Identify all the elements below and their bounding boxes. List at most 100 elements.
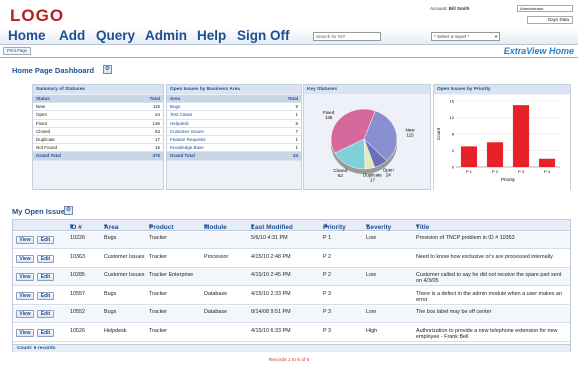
cell-last-modified: 5/6/10 4:31 PM bbox=[251, 235, 288, 241]
cell-title: The box label may be off center bbox=[416, 309, 492, 316]
priority-bar-chart: 0 4 8 12 16 P 1 P 2 P 3 P 4 Priority Count bbox=[434, 95, 570, 190]
table-row[interactable]: Feature Requests 1 bbox=[167, 135, 301, 145]
dashboard-settings-icon[interactable]: ⚙ bbox=[103, 65, 112, 74]
x-axis-label: Priority bbox=[501, 177, 516, 182]
panel-title: Open Issues by Business Area bbox=[167, 85, 301, 94]
view-button[interactable]: View bbox=[16, 310, 34, 319]
cell-id: 10226 bbox=[70, 235, 85, 241]
view-button[interactable]: View bbox=[16, 329, 34, 337]
bar-p2[interactable] bbox=[486, 142, 504, 167]
table-row[interactable]: View Edit 10557 Bugs Tracker Database 4/15/10 … bbox=[13, 287, 570, 305]
view-button[interactable]: View bbox=[16, 236, 34, 244]
panel-title: Key Statuses bbox=[304, 85, 430, 94]
x-tick-label: P 1 bbox=[466, 169, 473, 174]
table-row[interactable]: Open 24 bbox=[33, 111, 163, 120]
table-row[interactable]: Fixed 136 bbox=[33, 119, 163, 128]
cell-severity: Low bbox=[366, 235, 376, 241]
grand-total-row: Grand Total 375 bbox=[33, 152, 163, 161]
pie-label: New 115 bbox=[406, 127, 416, 137]
nav-help[interactable]: Help bbox=[197, 28, 226, 44]
table-row[interactable]: View Edit 10226 Bugs Tracker 5/6/10 4:31 PM P … bbox=[13, 232, 570, 249]
grid-header: ID # ▾ Area ▾ Product ▾ Module ▾ Last Mo… bbox=[13, 220, 570, 231]
table-row[interactable]: Bugs 9 bbox=[167, 103, 301, 112]
table-row[interactable]: View Edit 10285 Customer Issues Tracker Ente… bbox=[13, 269, 570, 287]
page: LOGO Account: Bill Smith Administrator D… bbox=[0, 0, 578, 374]
bar-p3[interactable] bbox=[512, 105, 530, 167]
table-row[interactable]: Helpdesk 5 bbox=[167, 119, 301, 128]
cell-priority: P 2 bbox=[323, 272, 331, 279]
table-row[interactable]: Knowledge Base 1 bbox=[167, 144, 301, 153]
cell-last-modified: 4/15/10 2:48 PM bbox=[251, 253, 291, 260]
col-id[interactable]: ID # ▾ bbox=[70, 222, 82, 231]
search-id-input[interactable]: Search for ID# bbox=[313, 32, 381, 41]
table-row[interactable]: Not Found 15 bbox=[33, 144, 163, 153]
cell-module: Database bbox=[204, 309, 228, 316]
cell-title: Provision of TNCP problem in ID # 10353 bbox=[416, 235, 515, 241]
col-title[interactable]: Title ▾ bbox=[416, 222, 429, 231]
edit-button[interactable]: Edit bbox=[37, 236, 54, 244]
cell-title: Authorization to provide a new telephone… bbox=[416, 328, 558, 340]
role-select[interactable]: Administrator bbox=[517, 5, 573, 12]
nav-admin[interactable]: Admin bbox=[145, 28, 187, 44]
report-select[interactable]: * Select a report * ▼ bbox=[431, 32, 500, 41]
edit-button[interactable]: Edit bbox=[37, 273, 54, 282]
cell-area: Bugs bbox=[104, 290, 117, 297]
summary-statuses-panel: Summary of Statuses Status Total New 115 O… bbox=[32, 84, 164, 190]
cell-severity: Low bbox=[366, 272, 376, 279]
cell-severity: Low bbox=[366, 309, 376, 316]
table-row[interactable]: Customer Issues 7 bbox=[167, 127, 301, 136]
open-by-area-panel: Open Issues by Business Area Area Total B… bbox=[166, 84, 302, 190]
cell-area: Helpdesk bbox=[104, 328, 127, 334]
edit-button[interactable]: Edit bbox=[37, 310, 54, 319]
y-tick-label: 12 bbox=[450, 115, 455, 120]
mode-select[interactable]: Days Data bbox=[527, 16, 573, 24]
cell-product: Tracker bbox=[149, 328, 168, 334]
table-row[interactable]: Duplicate 17 bbox=[33, 135, 163, 145]
col-module[interactable]: Module ▾ bbox=[204, 222, 227, 231]
table-row[interactable]: Test Cases 1 bbox=[167, 111, 301, 120]
view-button[interactable]: View bbox=[16, 254, 34, 263]
cell-module: Database bbox=[204, 290, 228, 297]
edit-button[interactable]: Edit bbox=[37, 291, 54, 300]
nav-add[interactable]: Add bbox=[59, 28, 85, 44]
cell-product: Tracker bbox=[149, 290, 168, 297]
y-tick-label: 4 bbox=[452, 148, 455, 153]
cell-title: There is a defect in the admin module wh… bbox=[416, 290, 562, 303]
pie-label: Open 24 bbox=[383, 168, 395, 178]
cell-priority: P 1 bbox=[323, 235, 331, 241]
cell-id: 10285 bbox=[70, 272, 85, 279]
table-row[interactable]: View Edit 10363 Customer Issues Tracker Proce… bbox=[13, 250, 570, 268]
col-last-modified[interactable]: Last Modified ▾ bbox=[251, 222, 293, 231]
cell-module: Processor bbox=[204, 253, 229, 260]
table-row[interactable]: Closed 63 bbox=[33, 127, 163, 136]
edit-button[interactable]: Edit bbox=[37, 254, 54, 263]
edit-button[interactable]: Edit bbox=[37, 329, 54, 337]
print-page-button[interactable]: Print Page bbox=[3, 47, 31, 55]
nav-sign-off[interactable]: Sign Off bbox=[237, 28, 290, 44]
bar-p4[interactable] bbox=[538, 158, 556, 167]
cell-priority: P 3 bbox=[323, 328, 331, 334]
table-row[interactable]: View Edit 10526 Helpdesk Tracker 4/15/10 6:33… bbox=[13, 325, 570, 342]
cell-last-modified: 4/15/10 6:33 PM bbox=[251, 328, 291, 334]
col-area[interactable]: Area ▾ bbox=[104, 222, 118, 231]
cell-last-modified: 4/15/10 2:45 PM bbox=[251, 272, 291, 279]
cell-severity: High bbox=[366, 328, 378, 334]
divider bbox=[0, 57, 578, 58]
cell-area: Bugs bbox=[104, 309, 117, 316]
x-tick-label: P 4 bbox=[544, 169, 551, 174]
col-product[interactable]: Product ▾ bbox=[149, 222, 174, 231]
view-button[interactable]: View bbox=[16, 291, 34, 300]
col-priority[interactable]: Priority ▲ bbox=[323, 222, 346, 231]
bar-p1[interactable] bbox=[460, 146, 478, 167]
pie-label: Duplicate 17 bbox=[363, 172, 382, 182]
table-row[interactable]: New 115 bbox=[33, 103, 163, 112]
view-button[interactable]: View bbox=[16, 273, 34, 282]
col-severity[interactable]: Severity ▾ bbox=[366, 222, 391, 231]
account-info: Account: Bill Smith bbox=[430, 6, 470, 11]
nav-query[interactable]: Query bbox=[96, 28, 135, 44]
key-statuses-panel: Key Statuses New 115 Open 24 Duplicate 17 Clos… bbox=[303, 84, 431, 190]
table-row[interactable]: View Edit 10552 Bugs Tracker Database 8/14/08 … bbox=[13, 306, 570, 324]
key-statuses-pie-chart: New 115 Open 24Duplicate 17 Closed 63 Fixed 136 bbox=[323, 108, 416, 182]
my-issues-settings-icon[interactable]: ⚙ bbox=[64, 206, 73, 215]
nav-home[interactable]: Home bbox=[8, 28, 46, 44]
